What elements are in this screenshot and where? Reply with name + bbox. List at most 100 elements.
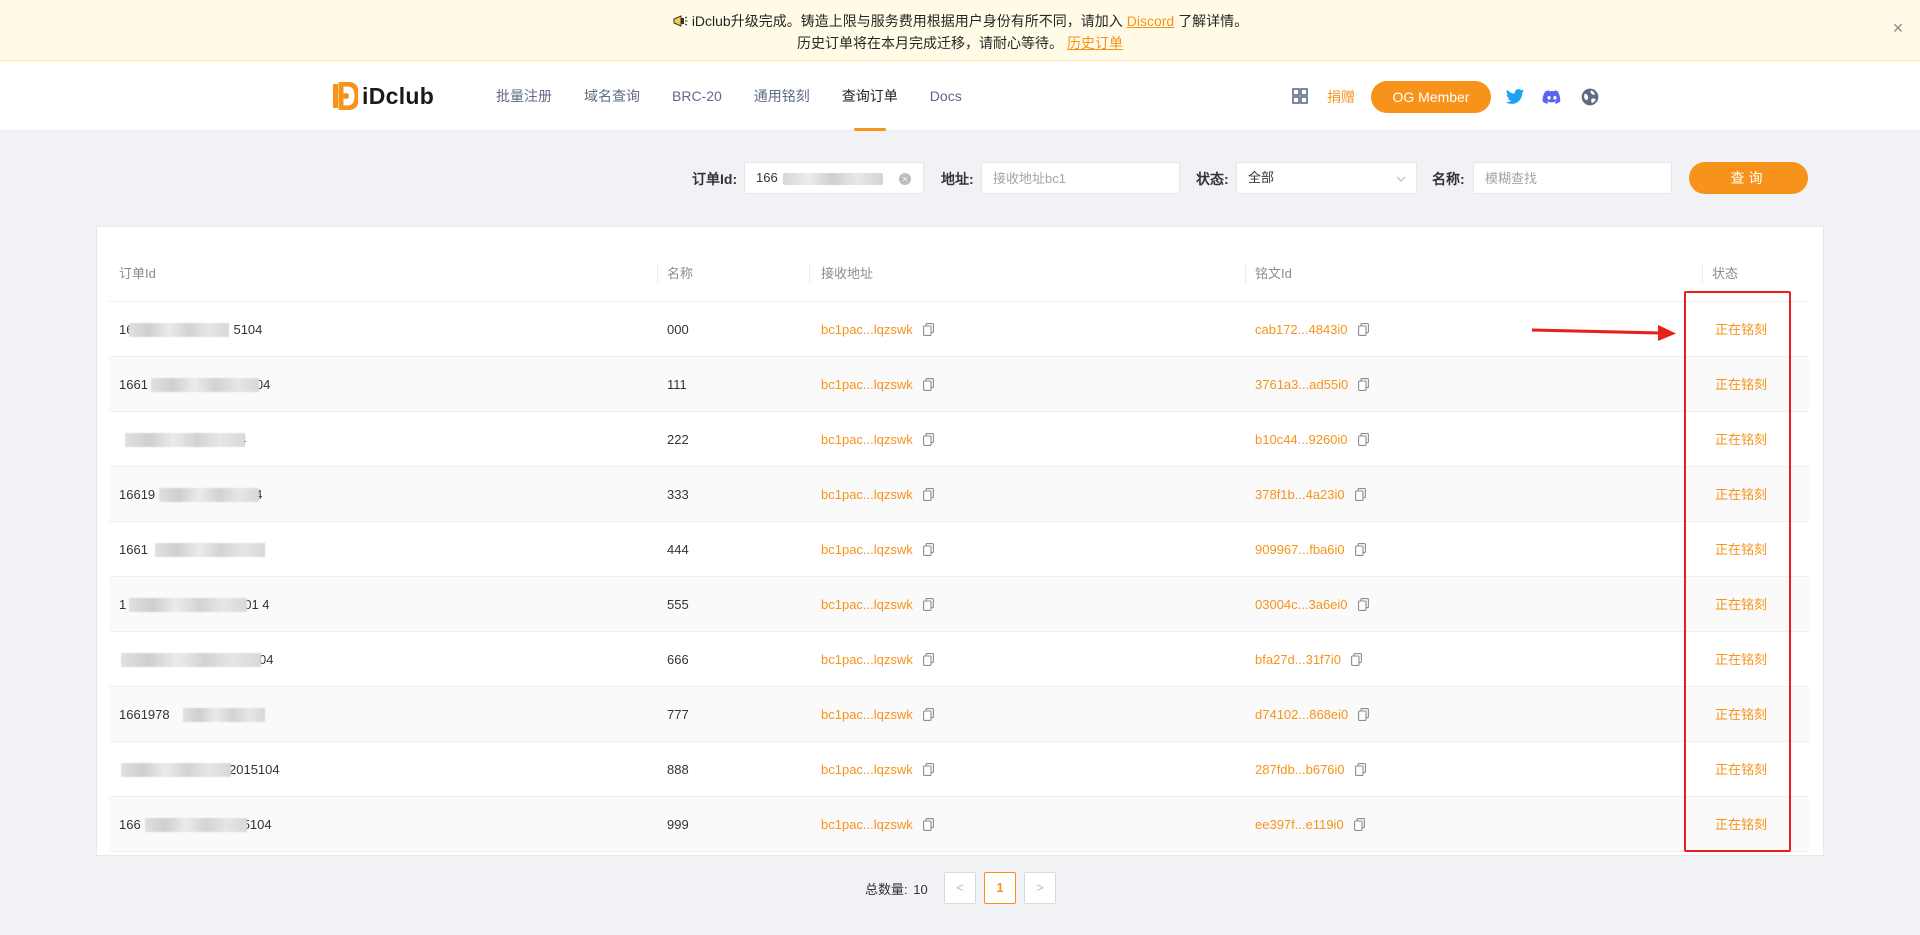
table-row: 16614 444 bc1pac...lqzswk 909967...fba6i0 正在… [109, 522, 1809, 577]
copy-icon[interactable] [922, 304, 934, 336]
copy-icon[interactable] [922, 799, 934, 831]
redacted-order-id [183, 708, 265, 722]
name-input[interactable] [1473, 162, 1672, 194]
address-link[interactable]: bc1pac...lqzswk [821, 817, 913, 832]
inscription-id-cell: 3761a3...ad55i0 [1255, 357, 1370, 412]
status-cell: 正在铭刻 [1715, 432, 1768, 447]
donate-link[interactable]: 捐赠 [1327, 87, 1355, 107]
banner-line-2: 历史订单将在本月完成迁移，请耐心等待。 历史订单 [0, 33, 1920, 53]
discord-icon[interactable] [1542, 87, 1562, 107]
order-id-suffix: 01 4 [244, 597, 270, 612]
logo-text: iDclub [362, 82, 435, 109]
col-separator [809, 264, 810, 284]
copy-icon[interactable] [1357, 579, 1369, 611]
order-id-suffix: 5104 [242, 817, 272, 832]
copy-icon[interactable] [1354, 524, 1366, 556]
inscription-link[interactable]: d74102...868ei0 [1255, 707, 1348, 722]
redacted-order-id [159, 488, 259, 502]
col-status: 状态 [1712, 266, 1739, 281]
order-id-cell: 4 [119, 412, 639, 467]
copy-icon[interactable] [922, 359, 934, 391]
table-row: 16 5104 000 bc1pac...lqzswk cab172...4843i0 正… [109, 302, 1809, 357]
og-member-button[interactable]: OG Member [1371, 81, 1491, 113]
filter-bar: 订单Id: 166 × 地址: 状态: 全部 名称: 查询 [0, 162, 1920, 194]
nav-brc20[interactable]: BRC-20 [672, 61, 722, 131]
copy-icon[interactable] [922, 524, 934, 556]
inscription-link[interactable]: bfa27d...31f7i0 [1255, 652, 1341, 667]
redacted-order-id [125, 433, 245, 447]
total-label: 总数量: [865, 882, 908, 897]
address-link[interactable]: bc1pac...lqzswk [821, 707, 913, 722]
inscription-link[interactable]: 287fdb...b676i0 [1255, 762, 1345, 777]
inscription-id-cell: d74102...868ei0 [1255, 687, 1370, 742]
close-icon[interactable]: × [1890, 19, 1906, 37]
copy-icon[interactable] [922, 689, 934, 721]
twitter-icon[interactable] [1505, 87, 1525, 107]
col-address: 接收地址 [821, 266, 874, 281]
order-id-prefix: 1661 [119, 542, 148, 557]
order-id-prefix: 16619 [119, 487, 156, 502]
copy-icon[interactable] [1354, 744, 1366, 776]
address-cell: bc1pac...lqzswk [821, 522, 934, 577]
address-link[interactable]: bc1pac...lqzswk [821, 322, 913, 337]
address-link[interactable]: bc1pac...lqzswk [821, 597, 913, 612]
chevron-down-icon [1396, 176, 1406, 182]
inscription-link[interactable]: 909967...fba6i0 [1255, 542, 1345, 557]
order-id-cell: 2015104 [119, 742, 639, 797]
copy-icon[interactable] [922, 744, 934, 776]
query-button[interactable]: 查询 [1689, 162, 1808, 194]
status-cell: 正在铭刻 [1715, 817, 1768, 832]
status-select[interactable]: 全部 [1236, 162, 1417, 194]
address-link[interactable]: bc1pac...lqzswk [821, 487, 913, 502]
address-link[interactable]: bc1pac...lqzswk [821, 542, 913, 557]
copy-icon[interactable] [922, 579, 934, 611]
copy-icon[interactable] [922, 414, 934, 446]
address-label: 地址: [941, 171, 974, 187]
copy-icon[interactable] [1354, 469, 1366, 501]
grid-apps-icon[interactable] [1292, 88, 1308, 104]
inscription-link[interactable]: cab172...4843i0 [1255, 322, 1348, 337]
address-link[interactable]: bc1pac...lqzswk [821, 652, 913, 667]
order-id-suffix: 5104 [233, 322, 263, 337]
discord-link[interactable]: Discord [1127, 13, 1174, 29]
inscription-link[interactable]: ee397f...e119i0 [1255, 817, 1344, 832]
nav-query-orders[interactable]: 查询订单 [842, 61, 898, 131]
inscription-link[interactable]: 378f1b...4a23i0 [1255, 487, 1345, 502]
page-button-1[interactable]: 1 [984, 872, 1016, 904]
copy-icon[interactable] [1358, 359, 1370, 391]
globe-icon[interactable] [1580, 87, 1600, 107]
copy-icon[interactable] [1357, 414, 1369, 446]
name-cell: 333 [667, 487, 689, 502]
address-link[interactable]: bc1pac...lqzswk [821, 432, 913, 447]
megaphone-icon [673, 15, 688, 27]
name-cell: 888 [667, 762, 689, 777]
clear-icon[interactable]: × [899, 173, 911, 185]
copy-icon[interactable] [922, 469, 934, 501]
inscription-id-cell: 287fdb...b676i0 [1255, 742, 1366, 797]
nav-domain-search[interactable]: 域名查询 [584, 61, 640, 131]
copy-icon[interactable] [1357, 304, 1369, 336]
copy-icon[interactable] [1358, 689, 1370, 721]
prev-page-button[interactable]: < [944, 872, 976, 904]
nav-batch-register[interactable]: 批量注册 [496, 61, 552, 131]
copy-icon[interactable] [1353, 799, 1365, 831]
nav-general-inscribe[interactable]: 通用铭刻 [754, 61, 810, 131]
address-link[interactable]: bc1pac...lqzswk [821, 762, 913, 777]
banner-line-1: iDclub升级完成。铸造上限与服务费用根据用户身份有所不同，请加入 Discor… [0, 11, 1920, 31]
address-link[interactable]: bc1pac...lqzswk [821, 377, 913, 392]
address-input[interactable] [981, 162, 1180, 194]
order-id-label: 订单Id: [692, 171, 738, 187]
table-row: 1661 04 111 bc1pac...lqzswk 3761a3...ad55i0 正… [109, 357, 1809, 412]
copy-icon[interactable] [922, 634, 934, 666]
inscription-id-cell: bfa27d...31f7i0 [1255, 632, 1362, 687]
col-separator [657, 264, 658, 284]
inscription-link[interactable]: 03004c...3a6ei0 [1255, 597, 1348, 612]
inscription-link[interactable]: b10c44...9260i0 [1255, 432, 1348, 447]
nav-docs[interactable]: Docs [930, 61, 962, 131]
history-orders-link[interactable]: 历史订单 [1067, 33, 1123, 53]
inscription-link[interactable]: 3761a3...ad55i0 [1255, 377, 1348, 392]
logo[interactable]: iDclub [332, 82, 434, 110]
next-page-button[interactable]: > [1024, 872, 1056, 904]
copy-icon[interactable] [1351, 634, 1362, 666]
order-id-input[interactable]: 166 × [744, 162, 924, 194]
